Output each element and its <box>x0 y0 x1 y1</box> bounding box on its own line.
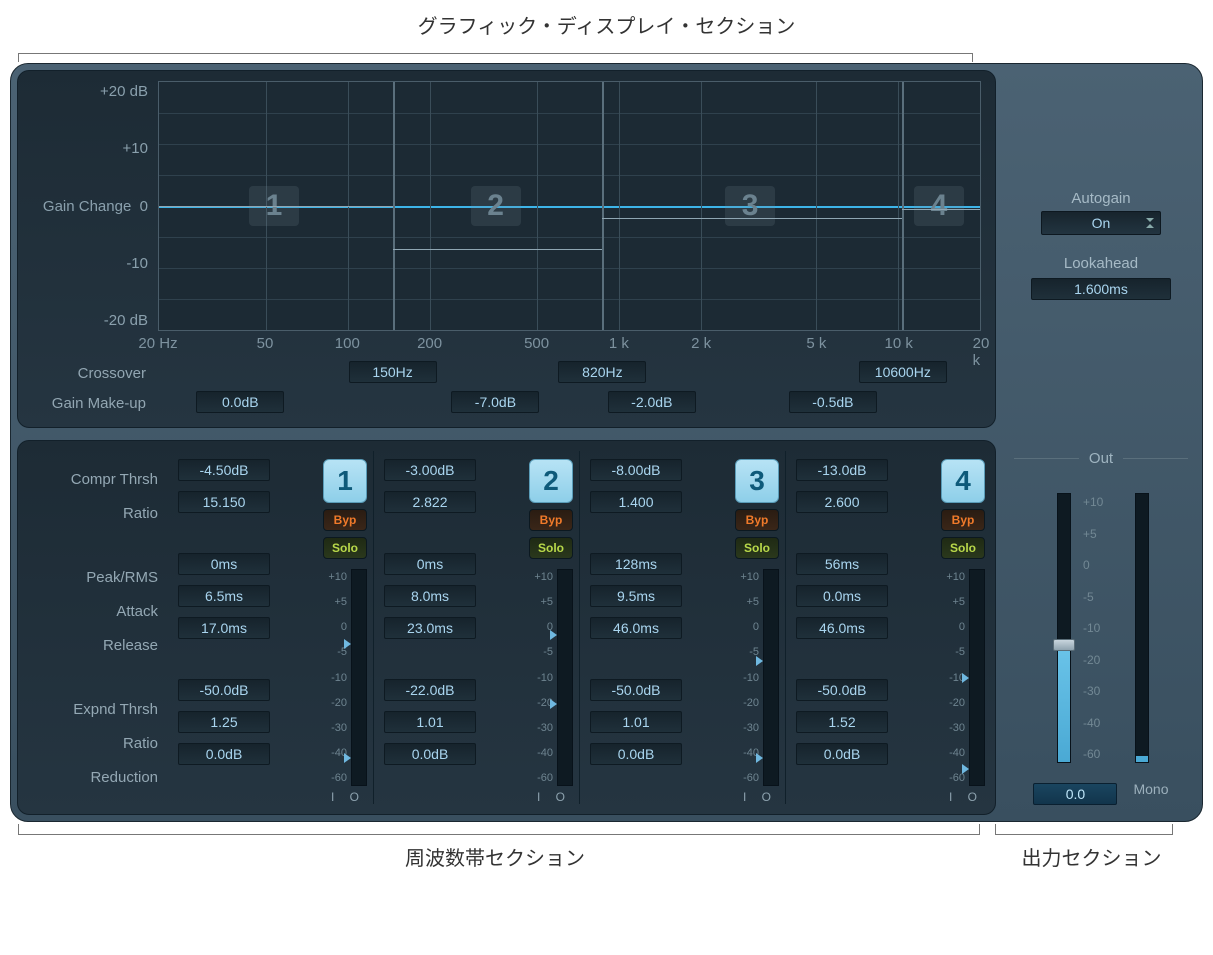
frequency-band-section: Compr Thrsh Ratio Peak/RMS Attack Releas… <box>17 440 996 815</box>
release-value[interactable]: 46.0ms <box>796 617 888 639</box>
band-badge-2[interactable]: 2 <box>529 459 573 503</box>
annotation-bottom-right: 出力セクション <box>980 842 1203 871</box>
mono-label: Mono <box>1133 781 1168 797</box>
reduction-value[interactable]: 0.0dB <box>796 743 888 765</box>
ratio2-value[interactable]: 1.01 <box>384 711 476 733</box>
out-label: Out <box>1089 450 1113 467</box>
attack-value[interactable]: 0.0ms <box>796 585 888 607</box>
release-value[interactable]: 46.0ms <box>590 617 682 639</box>
crossover-slots: 150Hz 820Hz 10600Hz <box>158 361 981 385</box>
gain-makeup-slots: 0.0dB -7.0dB -2.0dB -0.5dB <box>158 391 981 415</box>
reduction-value[interactable]: 0.0dB <box>178 743 270 765</box>
band-badge-3[interactable]: 3 <box>735 459 779 503</box>
band-badge-1[interactable]: 1 <box>323 459 367 503</box>
lookahead-label: Lookahead <box>1064 255 1138 272</box>
band-meter <box>969 569 985 786</box>
expnd_thrsh-value[interactable]: -50.0dB <box>796 679 888 701</box>
band-number-4: 4 <box>914 186 964 226</box>
output-meter <box>1135 493 1149 763</box>
solo-button[interactable]: Solo <box>529 537 573 559</box>
bypass-button[interactable]: Byp <box>941 509 985 531</box>
output-value[interactable]: 0.0 <box>1033 783 1117 805</box>
band-4: -13.0dB 2.600 56ms 0.0ms 46.0ms -50.0dB 1.52 0.… <box>785 451 991 804</box>
band-number-3: 3 <box>725 186 775 226</box>
lookahead-value[interactable]: 1.600ms <box>1031 278 1171 300</box>
bracket-top <box>10 45 1203 63</box>
bracket-bottom <box>10 822 1203 842</box>
band-meter <box>557 569 573 786</box>
reduction-value[interactable]: 0.0dB <box>384 743 476 765</box>
peak_rms-value[interactable]: 56ms <box>796 553 888 575</box>
attack-value[interactable]: 9.5ms <box>590 585 682 607</box>
crossover-2[interactable]: 820Hz <box>558 361 646 383</box>
gain-makeup-2[interactable]: -7.0dB <box>451 391 539 413</box>
ratio2-value[interactable]: 1.01 <box>590 711 682 733</box>
plugin-window: +20 dB+10Gain Change 0-10-20 dB 1 2 3 4 20 … <box>10 63 1203 822</box>
compr_thrsh-value[interactable]: -13.0dB <box>796 459 888 481</box>
gain-plot[interactable]: 1234 <box>158 81 981 331</box>
bypass-button[interactable]: Byp <box>323 509 367 531</box>
io-label: I O <box>743 790 779 804</box>
ratio-value[interactable]: 1.400 <box>590 491 682 513</box>
band-meter <box>351 569 367 786</box>
output-scale: +10+50-5-10-20-30-40-60 <box>1083 493 1127 763</box>
compr_thrsh-value[interactable]: -8.00dB <box>590 459 682 481</box>
band-3: -8.00dB 1.400 128ms 9.5ms 46.0ms -50.0dB 1.01 0… <box>579 451 785 804</box>
graphic-display-section: +20 dB+10Gain Change 0-10-20 dB 1234 20 … <box>17 70 996 428</box>
ratio-value[interactable]: 15.150 <box>178 491 270 513</box>
release-value[interactable]: 17.0ms <box>178 617 270 639</box>
ratio2-value[interactable]: 1.25 <box>178 711 270 733</box>
annotation-bottom-left: 周波数帯セクション <box>10 842 980 871</box>
band-1: -4.50dB 15.150 0ms 6.5ms 17.0ms -50.0dB 1.25 0.… <box>168 451 373 804</box>
ratio-value[interactable]: 2.600 <box>796 491 888 513</box>
crossover-label: Crossover <box>32 365 158 382</box>
autogain-dropdown[interactable]: On <box>1041 211 1161 235</box>
attack-value[interactable]: 6.5ms <box>178 585 270 607</box>
compr_thrsh-value[interactable]: -4.50dB <box>178 459 270 481</box>
expnd_thrsh-value[interactable]: -50.0dB <box>590 679 682 701</box>
crossover-3[interactable]: 10600Hz <box>859 361 947 383</box>
bypass-button[interactable]: Byp <box>735 509 779 531</box>
attack-value[interactable]: 8.0ms <box>384 585 476 607</box>
crossover-1[interactable]: 150Hz <box>349 361 437 383</box>
expnd_thrsh-value[interactable]: -22.0dB <box>384 679 476 701</box>
gain-makeup-3[interactable]: -2.0dB <box>608 391 696 413</box>
solo-button[interactable]: Solo <box>735 537 779 559</box>
io-label: I O <box>537 790 573 804</box>
band-number-2: 2 <box>471 186 521 226</box>
ratio2-value[interactable]: 1.52 <box>796 711 888 733</box>
annotation-top: グラフィック・ディスプレイ・セクション <box>10 10 1203 39</box>
band-2: -3.00dB 2.822 0ms 8.0ms 23.0ms -22.0dB 1.01 0.0… <box>373 451 579 804</box>
y-axis-labels: +20 dB+10Gain Change 0-10-20 dB <box>32 81 158 331</box>
solo-button[interactable]: Solo <box>941 537 985 559</box>
release-value[interactable]: 23.0ms <box>384 617 476 639</box>
side-panel: Autogain On Lookahead 1.600ms <box>1006 70 1196 428</box>
reduction-value[interactable]: 0.0dB <box>590 743 682 765</box>
expnd_thrsh-value[interactable]: -50.0dB <box>178 679 270 701</box>
io-label: I O <box>949 790 985 804</box>
gain-makeup-label: Gain Make-up <box>32 395 158 412</box>
compr_thrsh-value[interactable]: -3.00dB <box>384 459 476 481</box>
peak_rms-value[interactable]: 0ms <box>178 553 270 575</box>
band-badge-4[interactable]: 4 <box>941 459 985 503</box>
peak_rms-value[interactable]: 0ms <box>384 553 476 575</box>
io-label: I O <box>331 790 367 804</box>
autogain-label: Autogain <box>1071 190 1130 207</box>
band-param-labels: Compr Thrsh Ratio Peak/RMS Attack Releas… <box>22 451 168 804</box>
output-section: Out +10+50-5-10-20-30-40-60 0.0 Mono <box>1006 440 1196 815</box>
ratio-value[interactable]: 2.822 <box>384 491 476 513</box>
band-meter <box>763 569 779 786</box>
peak_rms-value[interactable]: 128ms <box>590 553 682 575</box>
solo-button[interactable]: Solo <box>323 537 367 559</box>
gain-makeup-4[interactable]: -0.5dB <box>789 391 877 413</box>
slider-thumb[interactable] <box>1053 639 1075 651</box>
gain-makeup-1[interactable]: 0.0dB <box>196 391 284 413</box>
output-slider[interactable] <box>1057 493 1071 763</box>
x-axis-ticks: 20 Hz501002005001 k2 k5 k10 k20 k <box>158 335 981 355</box>
bypass-button[interactable]: Byp <box>529 509 573 531</box>
